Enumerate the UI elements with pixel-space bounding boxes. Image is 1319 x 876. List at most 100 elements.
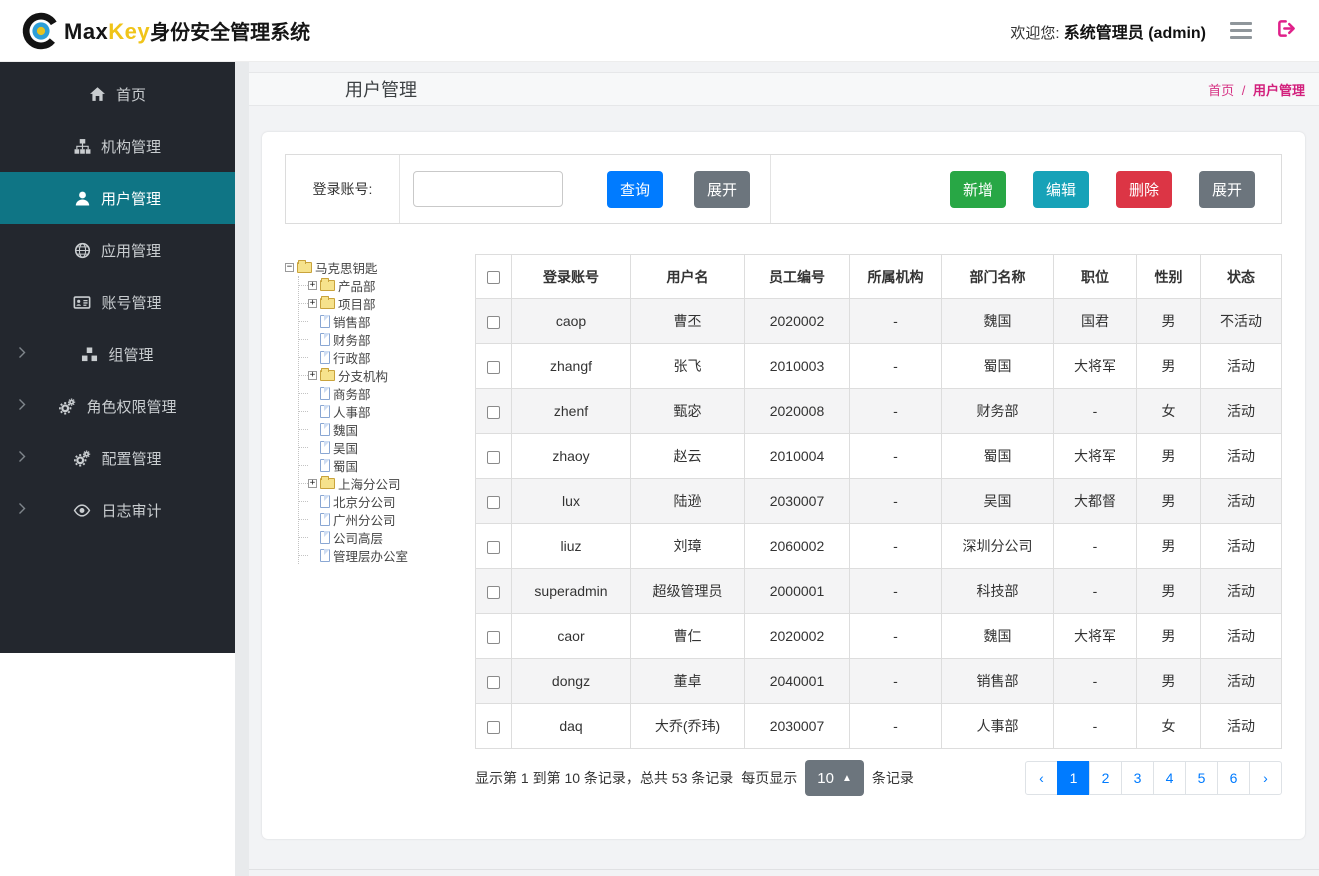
cogs-icon — [58, 398, 76, 415]
page-button-5[interactable]: 5 — [1185, 761, 1218, 795]
table-row[interactable]: liuz 刘璋 2060002- 深圳分公司 - 男活动 — [475, 523, 1282, 569]
column-header: 登录账号 — [511, 254, 631, 299]
sidebar-item-home[interactable]: 首页 — [0, 68, 235, 120]
page-button-1[interactable]: 1 — [1057, 761, 1090, 795]
table-row[interactable]: caop 曹丕 2020002- 魏国 国君男不活动 — [475, 298, 1282, 344]
maxkey-logo-icon — [22, 12, 60, 50]
tree-node[interactable]: 财务部 — [299, 330, 475, 348]
query-button[interactable]: 查询 — [607, 170, 664, 208]
tree-node[interactable]: 人事部 — [299, 402, 475, 420]
tree-node[interactable]: 广州分公司 — [299, 510, 475, 528]
row-checkbox[interactable] — [487, 675, 500, 689]
table-cell: 不活动 — [1200, 298, 1282, 344]
login-account-input[interactable] — [413, 171, 563, 207]
brand-suffix: 身份安全管理系统 — [150, 22, 311, 44]
pagesize-prefix: 每页显示 — [741, 770, 798, 786]
expand-search-button[interactable]: 展开 — [694, 170, 751, 208]
row-select-cell — [475, 433, 512, 479]
table-row[interactable]: caor 曹仁 2020002- 魏国 大将军男活动 — [475, 613, 1282, 659]
table-cell: 曹丕 — [630, 298, 745, 344]
tree-node[interactable]: + 产品部 — [299, 276, 475, 294]
next-page-button[interactable]: › — [1249, 761, 1282, 795]
page-button-4[interactable]: 4 — [1153, 761, 1186, 795]
expand-expander-icon[interactable]: + — [308, 280, 317, 290]
brand-key: Key — [108, 19, 151, 44]
table-row[interactable]: zhaoy 赵云 2010004- 蜀国 大将军男活动 — [475, 433, 1282, 479]
delete-button[interactable]: 删除 — [1115, 170, 1172, 208]
row-checkbox[interactable] — [487, 585, 500, 599]
table-cell: 2000001 — [744, 568, 850, 614]
edit-button[interactable]: 编辑 — [1032, 170, 1089, 208]
table-row[interactable]: zhangf 张飞 2010003- 蜀国 大将军男活动 — [475, 343, 1282, 389]
page-button-2[interactable]: 2 — [1089, 761, 1122, 795]
row-checkbox[interactable] — [487, 360, 500, 374]
select-all-checkbox[interactable] — [487, 271, 500, 285]
row-checkbox[interactable] — [487, 630, 500, 644]
home-icon — [89, 86, 106, 103]
page-button-6[interactable]: 6 — [1217, 761, 1250, 795]
row-select-cell — [475, 658, 512, 704]
table-row[interactable]: daq 大乔(乔玮) 2030007- 人事部 - 女活动 — [475, 703, 1282, 749]
page-size-dropdown[interactable]: 10 ▲ — [805, 760, 864, 796]
tree-node[interactable]: + 项目部 — [299, 294, 475, 312]
table-cell: 男 — [1136, 568, 1201, 614]
table-cell: 2040001 — [744, 658, 850, 704]
tree-node[interactable]: 销售部 — [299, 312, 475, 330]
logout-icon[interactable] — [1276, 18, 1297, 44]
sidebar-item-org[interactable]: 机构管理 — [0, 120, 235, 172]
row-checkbox[interactable] — [487, 720, 500, 734]
tree-node[interactable]: + 分支机构 — [299, 366, 475, 384]
tree-node[interactable]: 蜀国 — [299, 456, 475, 474]
table-row[interactable]: dongz 董卓 2040001- 销售部 - 男活动 — [475, 658, 1282, 704]
sidebar-item-user[interactable]: 用户管理 — [0, 172, 235, 224]
expand-expander-icon[interactable]: + — [308, 298, 317, 308]
sidebar-item-config[interactable]: 配置管理 — [0, 432, 235, 484]
table-cell: 科技部 — [941, 568, 1054, 614]
row-select-cell — [475, 388, 512, 434]
tree-connector — [299, 446, 308, 448]
tree-node[interactable]: + 上海分公司 — [299, 474, 475, 492]
add-button[interactable]: 新增 — [949, 170, 1006, 208]
sidebar-item-role[interactable]: 角色权限管理 — [0, 380, 235, 432]
sidebar-item-group[interactable]: 组管理 — [0, 328, 235, 380]
breadcrumb-home-link[interactable]: 首页 — [1208, 83, 1234, 98]
sidebar-item-app[interactable]: 应用管理 — [0, 224, 235, 276]
page-title-bar: 用户管理 首页 / 用户管理 — [249, 72, 1319, 106]
tree-connector — [299, 338, 308, 340]
tree-node[interactable]: 吴国 — [299, 438, 475, 456]
caret-up-icon: ▲ — [841, 772, 852, 784]
tree-node[interactable]: 北京分公司 — [299, 492, 475, 510]
sidebar-item-account[interactable]: 账号管理 — [0, 276, 235, 328]
table-cell: 男 — [1136, 478, 1201, 524]
tree-node[interactable]: 商务部 — [299, 384, 475, 402]
tree-node[interactable]: 魏国 — [299, 420, 475, 438]
row-checkbox[interactable] — [487, 405, 500, 419]
table-cell: 女 — [1136, 388, 1201, 434]
table-row[interactable]: lux 陆逊 2030007- 吴国 大都督男活动 — [475, 478, 1282, 524]
expand-expander-icon[interactable]: + — [308, 370, 317, 380]
tree-connector — [299, 356, 308, 358]
tree-node[interactable]: 管理层办公室 — [299, 546, 475, 564]
table-row[interactable]: superadmin 超级管理员 2000001- 科技部 - 男活动 — [475, 568, 1282, 614]
collapse-expander-icon[interactable]: − — [285, 262, 294, 272]
tree-node[interactable]: − 马克思钥匙 — [285, 258, 475, 276]
expand-expander-icon[interactable]: + — [308, 478, 317, 488]
row-checkbox[interactable] — [487, 315, 500, 329]
menu-toggle-icon[interactable] — [1226, 18, 1256, 43]
expand-actions-button[interactable]: 展开 — [1198, 170, 1255, 208]
tree-node-label: 产品部 — [338, 279, 376, 294]
sidebar-item-audit[interactable]: 日志审计 — [0, 484, 235, 536]
pagination-bar: 显示第 1 到第 10 条记录，总共 53 条记录 每页显示 10 ▲ 条记录 … — [475, 760, 1282, 796]
row-checkbox[interactable] — [487, 495, 500, 509]
tree-node[interactable]: 公司高层 — [299, 528, 475, 546]
page-button-3[interactable]: 3 — [1121, 761, 1154, 795]
tree-node[interactable]: 行政部 — [299, 348, 475, 366]
file-icon — [320, 386, 330, 400]
top-header: MaxKey身份安全管理系统 欢迎您: 系统管理员 (admin) — [0, 0, 1319, 62]
folder-icon — [320, 277, 335, 291]
row-checkbox[interactable] — [487, 450, 500, 464]
pagesize-suffix: 条记录 — [871, 770, 914, 786]
prev-page-button[interactable]: ‹ — [1025, 761, 1058, 795]
row-checkbox[interactable] — [487, 540, 500, 554]
table-row[interactable]: zhenf 甄宓 2020008- 财务部 - 女活动 — [475, 388, 1282, 434]
